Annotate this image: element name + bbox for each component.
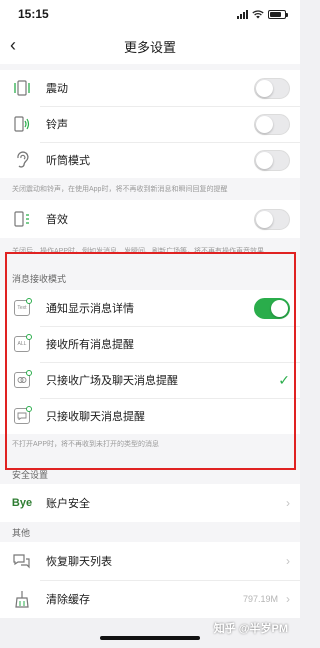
restore-chat-row[interactable]: 恢复聊天列表 › [0,542,300,580]
security-header: 安全设置 [0,458,300,484]
bye-logo-icon: Bye [12,493,32,513]
status-icons [237,9,288,19]
vibrate-toggle[interactable] [254,77,290,99]
sound-effect-label: 音效 [46,214,68,226]
all-messages-label: 接收所有消息提醒 [46,339,134,351]
notify-detail-icon: Text [12,298,32,318]
back-arrow-icon[interactable]: ‹ [10,36,16,54]
restore-chat-icon [12,551,32,571]
all-messages-icon: ALL [12,334,32,354]
sound-effect-toggle[interactable] [254,208,290,230]
square-chat-row[interactable]: 只接收广场及聊天消息提醒 ✓ [0,362,300,398]
ringtone-icon [12,114,32,134]
earpiece-label: 听筒模式 [46,155,90,167]
checkmark-icon: ✓ [278,371,290,388]
other-header: 其他 [0,522,300,542]
account-security-label: 账户安全 [46,498,90,510]
notify-mode-header: 消息接收模式 [0,266,300,290]
chevron-right-icon: › [286,592,290,606]
ringtone-label: 铃声 [46,119,68,131]
vibrate-label: 震动 [46,83,68,95]
chevron-right-icon: › [286,496,290,510]
status-bar: 15:15 [0,0,300,28]
other-group: 恢复聊天列表 › 清除缓存 797.19M › [0,542,300,618]
sound-effect-row: 音效 [0,200,300,238]
notify-detail-row[interactable]: Text 通知显示消息详情 [0,290,300,326]
square-chat-icon [12,370,32,390]
vibrate-icon [12,78,32,98]
square-chat-label: 只接收广场及聊天消息提醒 [46,375,178,387]
notify-mode-note: 不打开APP时，将不再收到未打开的类型的消息 [0,434,300,458]
sound-effect-group: 音效 [0,200,300,238]
cache-size-value: 797.19M [242,594,278,604]
ringtone-toggle[interactable] [254,113,290,135]
earpiece-toggle[interactable] [254,149,290,171]
status-time: 15:15 [18,7,49,21]
vibrate-row: 震动 [0,70,300,106]
notify-detail-icon-text: Text [17,305,27,311]
sound-effect-note: 关闭后，操作APP时，例如发消息、发瞬间、刷新广场等，将不再有操作声音效果 [0,238,300,266]
sound-note: 关闭震动和铃声，在使用App时，将不再收到新消息和瞬间回复的提醒 [0,178,300,200]
restore-chat-label: 恢复聊天列表 [46,556,112,568]
cellular-signal-icon [237,9,248,19]
all-messages-row[interactable]: ALL 接收所有消息提醒 [0,326,300,362]
page-title: 更多设置 [123,39,176,55]
clear-cache-icon [12,589,32,609]
nav-bar: ‹ 更多设置 [0,28,300,64]
all-messages-icon-text: ALL [17,341,27,347]
ringtone-row: 铃声 [0,106,300,142]
security-group: Bye 账户安全 › [0,484,300,522]
chat-only-icon [12,406,32,426]
chevron-right-icon: › [286,554,290,568]
clear-cache-row[interactable]: 清除缓存 797.19M › [0,580,300,618]
notify-detail-toggle[interactable] [254,297,290,319]
earpiece-icon [12,150,32,170]
sound-effect-icon [12,209,32,229]
chat-only-label: 只接收聊天消息提醒 [46,411,145,423]
battery-icon [268,9,288,19]
sound-group: 震动 铃声 听筒模式 [0,70,300,178]
wifi-icon [252,9,264,18]
notify-detail-label: 通知显示消息详情 [46,303,134,315]
chat-only-row[interactable]: 只接收聊天消息提醒 [0,398,300,434]
home-indicator [100,636,200,640]
bye-logo-text: Bye [11,497,33,509]
earpiece-row: 听筒模式 [0,142,300,178]
account-security-row[interactable]: Bye 账户安全 › [0,484,300,522]
notify-mode-group: Text 通知显示消息详情 ALL 接收所有消息提醒 只接收广场及聊天消息提醒 … [0,290,300,434]
watermark: 知乎 @半岁PM [213,623,288,635]
clear-cache-label: 清除缓存 [46,594,90,606]
